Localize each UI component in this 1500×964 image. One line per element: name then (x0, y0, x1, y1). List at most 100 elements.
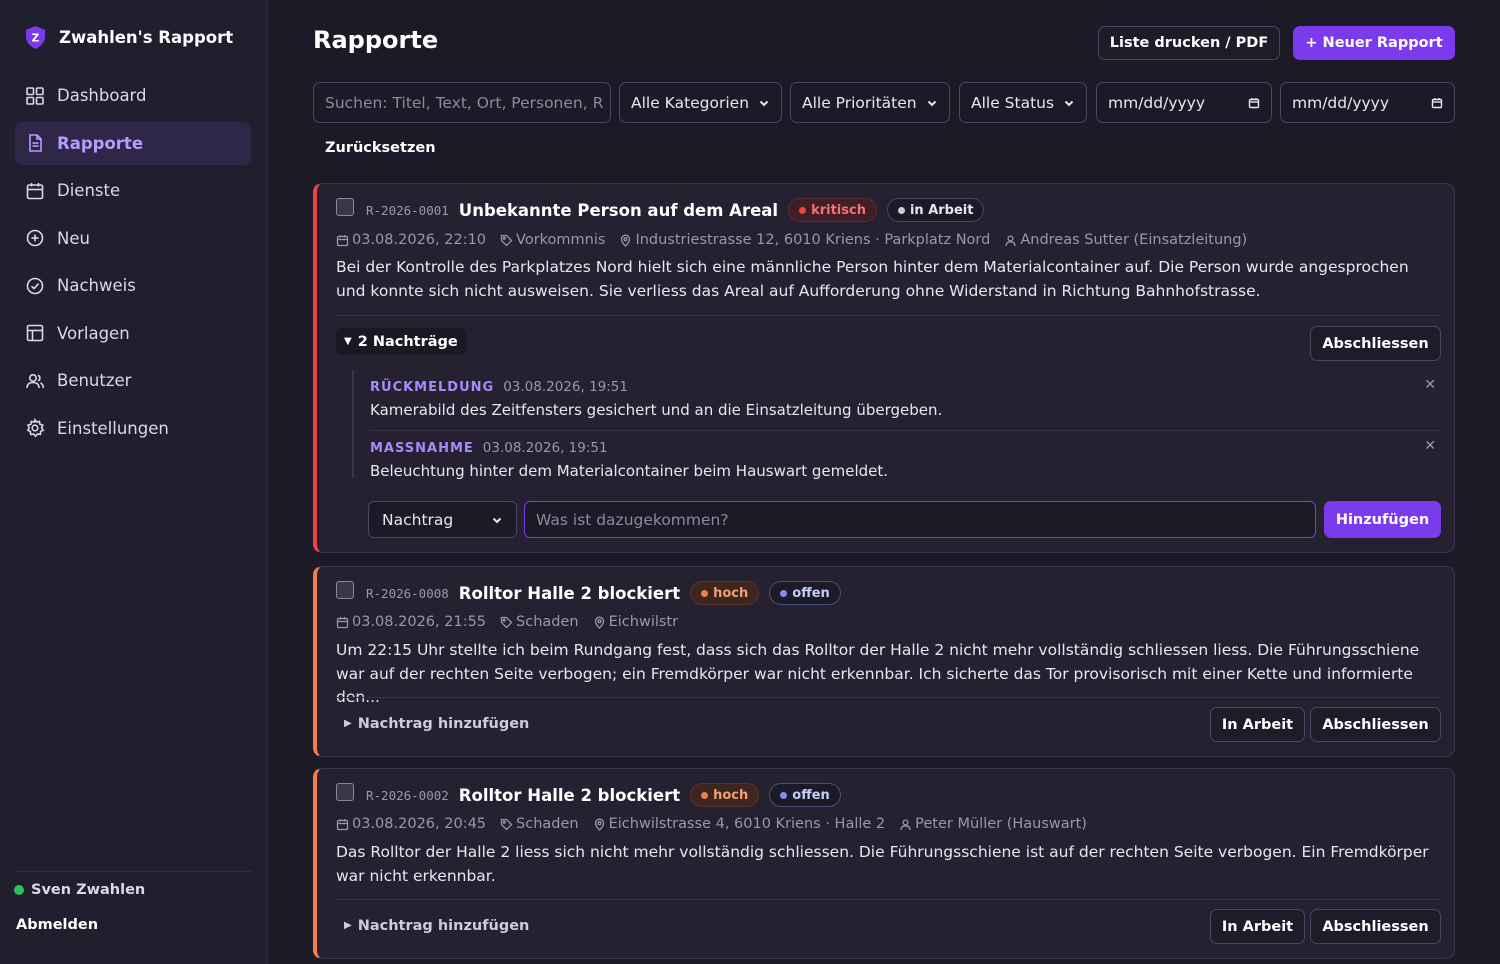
sidebar-item-label: Einstellungen (57, 418, 169, 438)
priority-filter-select[interactable]: Alle Prioritäten (790, 82, 950, 123)
report-location: Industriestrasse 12, 6010 Kriens · Parkp… (635, 232, 991, 248)
in-progress-button[interactable]: In Arbeit (1210, 909, 1305, 944)
sidebar-divider (15, 871, 251, 872)
priority-badge: hoch (690, 581, 760, 605)
new-report-button[interactable]: + Neuer Rapport (1293, 26, 1455, 60)
print-list-button[interactable]: Liste drucken / PDF (1098, 26, 1280, 60)
calendar-icon (336, 616, 349, 628)
gear-icon (26, 418, 45, 438)
shield-logo-icon: Z (25, 26, 46, 49)
sidebar-item-neu[interactable]: Neu (15, 217, 251, 260)
reset-filters-button[interactable]: Zurücksetzen (325, 140, 436, 156)
report-card: R-2026-0002 Rolltor Halle 2 blockiert ho… (313, 768, 1455, 959)
addendum-text: Kamerabild des Zeitfensters gesichert un… (370, 401, 943, 419)
addendum-header: MASSNAHME 03.08.2026, 19:51 (370, 440, 608, 456)
category-filter-select[interactable]: Alle Kategorien (619, 82, 782, 123)
addenda-toggle[interactable]: ▼ 2 Nachträge (336, 328, 466, 355)
report-title[interactable]: Rolltor Halle 2 blockiert (459, 584, 680, 603)
report-meta: 03.08.2026, 20:45 Schaden Eichwilstrasse… (336, 816, 1101, 832)
dot-icon (799, 206, 807, 214)
close-report-button[interactable]: Abschliessen (1310, 707, 1441, 742)
tag-icon (500, 818, 513, 830)
dot-icon (701, 589, 709, 597)
addendum-type-select[interactable]: Nachtrag (368, 501, 517, 538)
sidebar: Z Zwahlen's Rapport Dashboard Rapporte D… (0, 0, 268, 964)
select-checkbox[interactable] (336, 581, 354, 599)
sidebar-item-label: Nachweis (57, 276, 136, 295)
triangle-right-icon: ▶ (344, 920, 352, 931)
addenda-toggle[interactable]: ▶ Nachtrag hinzufügen (336, 710, 529, 737)
file-icon (29, 134, 42, 152)
addenda-toggle-label: 2 Nachträge (357, 333, 458, 350)
select-checkbox[interactable] (336, 198, 354, 216)
report-title[interactable]: Rolltor Halle 2 blockiert (459, 786, 680, 805)
sidebar-item-einstellungen[interactable]: Einstellungen (15, 407, 251, 450)
priority-label: hoch (713, 585, 749, 601)
status-badge: in Arbeit (886, 198, 985, 222)
calendar-icon[interactable] (1248, 97, 1260, 109)
report-meta: 03.08.2026, 21:55 Schaden Eichwilstr (336, 614, 692, 630)
brand[interactable]: Z Zwahlen's Rapport (24, 25, 233, 50)
report-person: Peter Müller (Hauswart) (915, 816, 1087, 832)
addendum-text: Beleuchtung hinter dem Materialcontainer… (370, 462, 889, 480)
delete-addendum-icon[interactable]: ✕ (1424, 438, 1436, 454)
sidebar-item-label: Dienste (57, 181, 121, 200)
online-status-icon (14, 885, 24, 895)
users-icon (26, 373, 45, 388)
report-title-row: R-2026-0002 Rolltor Halle 2 blockiert ho… (366, 783, 841, 807)
addendum-type: MASSNAHME (370, 441, 474, 456)
sidebar-nav: Dashboard Rapporte Dienste Neu Nachweis … (15, 74, 251, 454)
sidebar-item-dashboard[interactable]: Dashboard (15, 74, 251, 117)
sidebar-item-label: Dashboard (57, 86, 147, 105)
addendum-type-value: Nachtrag (382, 510, 454, 529)
sidebar-item-nachweis[interactable]: Nachweis (15, 264, 251, 307)
sidebar-item-label: Rapporte (57, 133, 144, 153)
chevron-down-icon (1064, 100, 1074, 106)
chevron-down-icon (759, 100, 769, 106)
addendum-text-input[interactable]: Was ist dazugekommen? (524, 501, 1316, 538)
priority-badge: kritisch (788, 198, 877, 222)
dot-icon (897, 206, 905, 214)
report-id: R-2026-0002 (366, 787, 449, 803)
date-from-value: mm/dd/yyyy (1108, 93, 1206, 112)
report-text: Bei der Kontrolle des Parkplatzes Nord h… (336, 258, 1409, 300)
status-label: offen (792, 787, 830, 803)
sidebar-item-label: Neu (57, 228, 90, 248)
dot-icon (780, 589, 788, 597)
report-text: Das Rolltor der Halle 2 liess sich nicht… (336, 843, 1429, 885)
delete-addendum-icon[interactable]: ✕ (1424, 377, 1436, 393)
person-icon (1005, 234, 1016, 246)
card-divider (336, 315, 1441, 316)
report-text: Um 22:15 Uhr stellte ich beim Rundgang f… (336, 641, 1420, 706)
addenda-toggle[interactable]: ▶ Nachtrag hinzufügen (336, 912, 529, 939)
dashboard-icon (26, 86, 44, 105)
select-checkbox[interactable] (336, 783, 354, 801)
sidebar-item-vorlagen[interactable]: Vorlagen (15, 312, 251, 355)
chevron-down-icon (492, 517, 502, 523)
calendar-icon (336, 818, 349, 830)
logout-button[interactable]: Abmelden (16, 917, 98, 933)
sidebar-item-benutzer[interactable]: Benutzer (15, 359, 251, 402)
sidebar-item-label: Vorlagen (57, 323, 130, 343)
report-title[interactable]: Unbekannte Person auf dem Areal (459, 201, 778, 220)
in-progress-button[interactable]: In Arbeit (1210, 707, 1305, 742)
date-from-input[interactable]: mm/dd/yyyy (1096, 82, 1272, 123)
calendar-icon[interactable] (1431, 97, 1443, 109)
date-to-input[interactable]: mm/dd/yyyy (1280, 82, 1455, 123)
tag-icon (500, 616, 513, 628)
priority-label: hoch (713, 787, 749, 803)
report-person: Andreas Sutter (Einsatzleitung) (1020, 232, 1248, 248)
sidebar-item-dienste[interactable]: Dienste (15, 169, 251, 212)
status-badge: offen (769, 581, 841, 605)
add-addendum-button[interactable]: Hinzufügen (1324, 501, 1441, 538)
location-pin-icon (594, 616, 604, 629)
status-filter-select[interactable]: Alle Status (959, 82, 1087, 123)
search-input[interactable]: Suchen: Titel, Text, Ort, Personen, R (313, 82, 611, 123)
addendum-header: RÜCKMELDUNG 03.08.2026, 19:51 (370, 379, 628, 395)
report-card: R-2026-0008 Rolltor Halle 2 blockiert ho… (313, 566, 1455, 757)
sidebar-item-rapporte[interactable]: Rapporte (15, 121, 251, 165)
close-report-button[interactable]: Abschliessen (1310, 909, 1441, 944)
close-report-button[interactable]: Abschliessen (1310, 326, 1441, 361)
template-icon (26, 324, 44, 342)
report-meta: 03.08.2026, 22:10 Vorkommnis Industriest… (336, 232, 1261, 248)
